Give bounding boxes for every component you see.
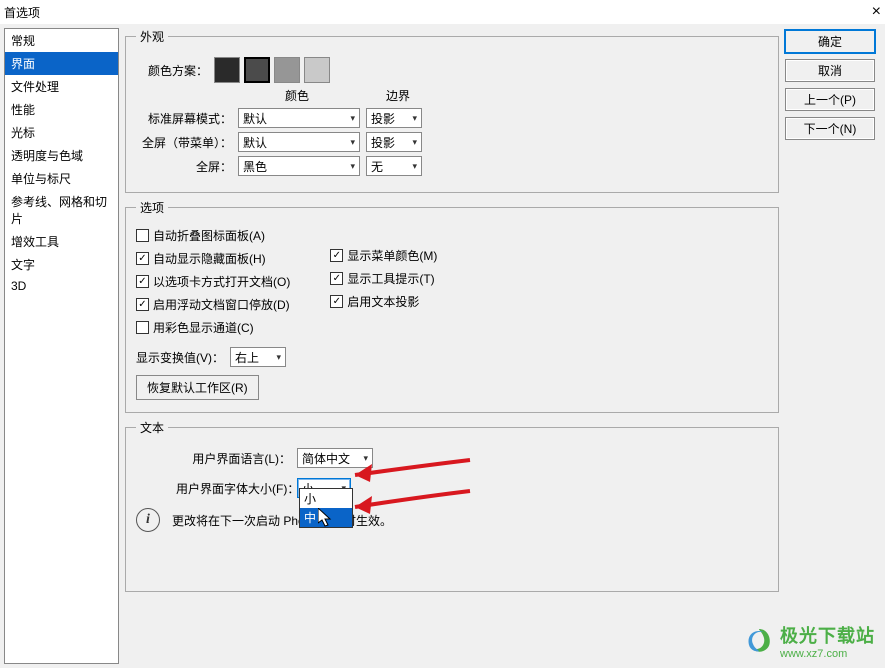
sidebar-item-transparency[interactable]: 透明度与色域	[5, 144, 118, 167]
sidebar-item-guides[interactable]: 参考线、网格和切片	[5, 190, 118, 230]
chevron-down-icon: ▾	[276, 352, 281, 363]
cb-menu-colors[interactable]	[330, 249, 343, 262]
swatch-2[interactable]	[274, 57, 300, 83]
row2-label: 全屏：	[136, 158, 232, 175]
watermark-url: www.xz7.com	[780, 648, 875, 660]
lang-label: 用户界面语言(L)：	[176, 450, 291, 467]
sidebar-item-3d[interactable]: 3D	[5, 276, 118, 296]
cancel-button[interactable]: 取消	[785, 59, 875, 82]
sidebar-item-performance[interactable]: 性能	[5, 98, 118, 121]
col-color: 颜色	[236, 87, 358, 104]
col-border: 边界	[370, 87, 426, 104]
cb-tooltips[interactable]	[330, 272, 343, 285]
sidebar-item-type[interactable]: 文字	[5, 253, 118, 276]
row1-border-select[interactable]: 投影▾	[366, 132, 422, 152]
appearance-legend: 外观	[136, 28, 168, 45]
options-legend: 选项	[136, 199, 168, 216]
options-group: 选项 自动折叠图标面板(A) 自动显示隐藏面板(H) 以选项卡方式打开文档(O)…	[125, 199, 779, 413]
row1-label: 全屏（带菜单）：	[136, 134, 232, 151]
chevron-down-icon: ▾	[412, 137, 417, 148]
swatch-3[interactable]	[304, 57, 330, 83]
appearance-group: 外观 颜色方案： 颜色 边界 标准屏幕模式： 默认▾ 投影▾ 全屏	[125, 28, 779, 193]
cb-floating-dock-label: 启用浮动文档窗口停放(D)	[153, 296, 290, 313]
sidebar-item-interface[interactable]: 界面	[5, 52, 118, 75]
cb-auto-show-hidden-label: 自动显示隐藏面板(H)	[153, 250, 266, 267]
chevron-down-icon: ▾	[350, 113, 355, 124]
chevron-down-icon: ▾	[412, 161, 417, 172]
annotation-arrow-1	[330, 450, 480, 490]
sidebar-item-general[interactable]: 常规	[5, 29, 118, 52]
cb-menu-colors-label: 显示菜单颜色(M)	[347, 247, 437, 264]
cb-color-channels-label: 用彩色显示通道(C)	[153, 319, 254, 336]
cb-text-shadow-label: 启用文本投影	[347, 293, 419, 310]
sidebar-item-cursor[interactable]: 光标	[5, 121, 118, 144]
color-scheme-label: 颜色方案：	[136, 62, 208, 79]
cb-floating-dock[interactable]	[136, 298, 149, 311]
sidebar: 常规 界面 文件处理 性能 光标 透明度与色域 单位与标尺 参考线、网格和切片 …	[4, 28, 119, 664]
swatch-0[interactable]	[214, 57, 240, 83]
text-legend: 文本	[136, 419, 168, 436]
row0-label: 标准屏幕模式：	[136, 110, 232, 127]
chevron-down-icon: ▾	[412, 113, 417, 124]
prev-button[interactable]: 上一个(P)	[785, 88, 875, 111]
watermark: 极光下载站 www.xz7.com	[744, 622, 875, 660]
next-button[interactable]: 下一个(N)	[785, 117, 875, 140]
reset-workspace-button[interactable]: 恢复默认工作区(R)	[136, 375, 259, 400]
size-label: 用户界面字体大小(F)：	[176, 480, 291, 497]
cb-tooltips-label: 显示工具提示(T)	[347, 270, 434, 287]
swatch-1[interactable]	[244, 57, 270, 83]
cb-auto-show-hidden[interactable]	[136, 252, 149, 265]
row2-color-select[interactable]: 黑色▾	[238, 156, 360, 176]
transform-label: 显示变换值(V)：	[136, 349, 224, 366]
cb-color-channels[interactable]	[136, 321, 149, 334]
chevron-down-icon: ▾	[350, 161, 355, 172]
close-icon[interactable]: ×	[872, 3, 881, 21]
cb-text-shadow[interactable]	[330, 295, 343, 308]
cb-open-as-tabs-label: 以选项卡方式打开文档(O)	[153, 273, 290, 290]
row1-color-select[interactable]: 默认▾	[238, 132, 360, 152]
row2-border-select[interactable]: 无▾	[366, 156, 422, 176]
ok-button[interactable]: 确定	[785, 30, 875, 53]
sidebar-item-units[interactable]: 单位与标尺	[5, 167, 118, 190]
cb-open-as-tabs[interactable]	[136, 275, 149, 288]
row0-color-select[interactable]: 默认▾	[238, 108, 360, 128]
info-icon: i	[136, 508, 160, 532]
watermark-brand: 极光下载站	[780, 622, 875, 648]
cb-auto-collapse[interactable]	[136, 229, 149, 242]
row0-border-select[interactable]: 投影▾	[366, 108, 422, 128]
sidebar-item-plugins[interactable]: 增效工具	[5, 230, 118, 253]
chevron-down-icon: ▾	[350, 137, 355, 148]
size-option-small[interactable]: 小	[300, 489, 352, 508]
cb-auto-collapse-label: 自动折叠图标面板(A)	[153, 227, 265, 244]
mouse-cursor-icon	[318, 508, 334, 528]
window-title: 首选项	[4, 4, 872, 21]
sidebar-item-filehandling[interactable]: 文件处理	[5, 75, 118, 98]
transform-select[interactable]: 右上▾	[230, 347, 286, 367]
watermark-logo-icon	[744, 626, 774, 656]
